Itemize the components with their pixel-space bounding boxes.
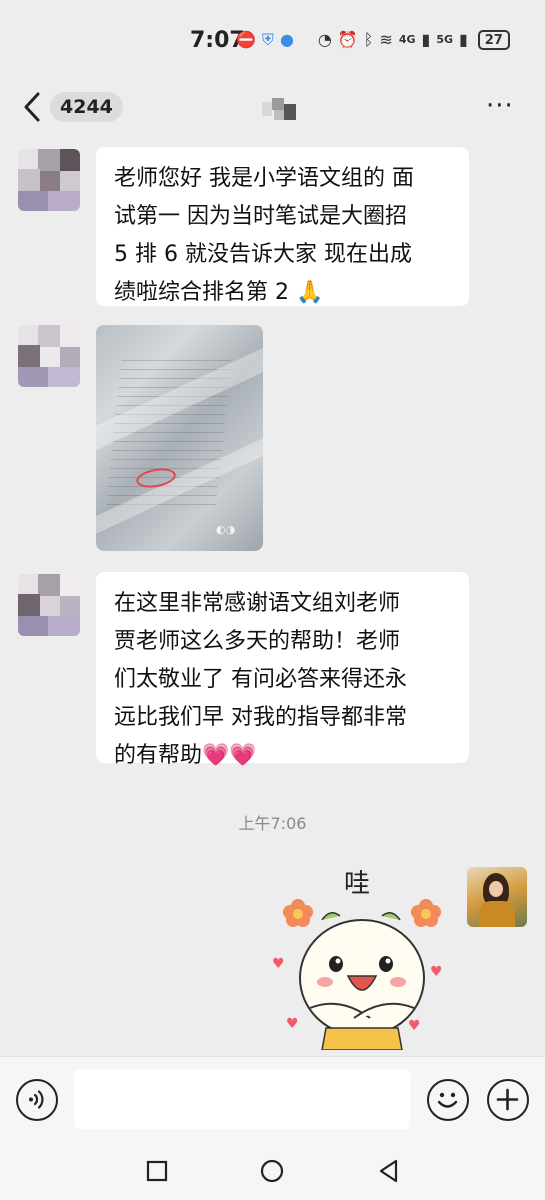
status-bar: 7:07 ⛔ ⛨ ● ◔ ⏰ ᛒ ≋ 4G ▮ 5G ▮ 27 (0, 0, 545, 80)
more-functions-button[interactable] (487, 1079, 529, 1121)
battery-icon: 27 (477, 30, 510, 50)
chat-title-redacted (262, 96, 304, 122)
shield-icon: ⛨ (261, 30, 274, 49)
wifi-icon: ≋ (379, 30, 393, 49)
message-text-line: 绩啦综合排名第 2 🙏 (114, 274, 451, 312)
system-navigation-bar (0, 1144, 545, 1200)
svg-text:♥: ♥ (408, 1018, 421, 1034)
signal-4g-label: 4G (398, 33, 416, 46)
signal-bars-icon-2: ▮ (459, 30, 468, 49)
smiley-icon (437, 1092, 458, 1108)
chat-header: 4244 ··· (0, 82, 545, 132)
status-icons: ⛔ ⛨ ● ◔ ⏰ ᛒ ≋ 4G ▮ 5G ▮ 27 (236, 30, 510, 50)
svg-text:♥: ♥ (430, 964, 443, 980)
message-input[interactable] (74, 1069, 410, 1129)
svg-text:♥: ♥ (272, 956, 285, 972)
message-bubble[interactable]: 在这里非常感谢语文组刘老师 贾老师这么多天的帮助！老师 们太敬业了 有问必答来得… (96, 572, 469, 768)
notification-app-icon: ⛔ (236, 30, 256, 49)
sender-avatar[interactable] (18, 325, 80, 387)
speedometer-icon: ◔ (317, 30, 332, 49)
sticker-message[interactable]: 哇 ♥ ♥ ♥ ♥ (270, 858, 450, 1051)
voice-input-button[interactable] (16, 1079, 58, 1121)
home-button[interactable] (259, 1158, 285, 1184)
sender-avatar[interactable] (18, 149, 80, 211)
message-text-line: 老师您好 我是小学语文组的 面 (114, 166, 414, 191)
signal-5g-label: 5G (436, 33, 453, 46)
message-text-line: 远比我们早 对我的指导都非常 (114, 705, 407, 730)
chevron-left-icon (24, 92, 40, 122)
flower-icon (283, 899, 313, 927)
photo-watermark-icon: ◐◑ (216, 523, 236, 536)
back-button[interactable] (18, 90, 48, 124)
plus-icon (496, 1088, 519, 1111)
triangle-back-icon (379, 1159, 398, 1183)
alarm-icon: ⏰ (337, 30, 358, 49)
more-options-button[interactable]: ··· (486, 93, 522, 119)
heart-emoji-icon: 💗💗 (202, 743, 257, 768)
voice-icon (29, 1090, 44, 1109)
message-timestamp: 上午7:06 (238, 814, 307, 833)
svg-text:♥: ♥ (286, 1016, 299, 1032)
pray-emoji-icon: 🙏 (295, 280, 324, 305)
recent-apps-button[interactable] (144, 1158, 170, 1184)
sticker-wow-icon: 哇 ♥ ♥ ♥ ♥ (272, 869, 443, 1051)
sticker-text: 哇 (344, 869, 370, 899)
input-bar (0, 1056, 545, 1144)
unread-count-badge[interactable]: 4244 (50, 92, 123, 122)
chat-notification-icon: ● (279, 30, 294, 49)
circle-icon (260, 1159, 284, 1183)
square-icon (146, 1160, 168, 1182)
sender-avatar[interactable] (18, 574, 80, 636)
signal-bars-icon: ▮ (421, 30, 431, 49)
message-text-line: 试第一 因为当时笔试是大圈招 (114, 204, 407, 229)
flower-icon (411, 899, 441, 927)
bluetooth-icon: ᛒ (363, 30, 374, 49)
message-text-line: 5 排 6 就没告诉大家 现在出成 (114, 242, 412, 267)
message-bubble[interactable]: 老师您好 我是小学语文组的 面 试第一 因为当时笔试是大圈招 5 排 6 就没告… (96, 147, 469, 306)
message-text-line: 们太敬业了 有问必答来得还永 (114, 667, 407, 692)
emoji-button[interactable] (427, 1079, 469, 1121)
my-avatar[interactable] (467, 867, 527, 927)
shared-photo[interactable]: ◐◑ (96, 325, 263, 551)
back-nav-button[interactable] (376, 1158, 402, 1184)
message-text-line: 在这里非常感谢语文组刘老师 (114, 591, 401, 616)
message-text-line: 贾老师这么多天的帮助！老师 (114, 629, 401, 654)
message-text-line: 的有帮助💗💗 (114, 737, 451, 775)
